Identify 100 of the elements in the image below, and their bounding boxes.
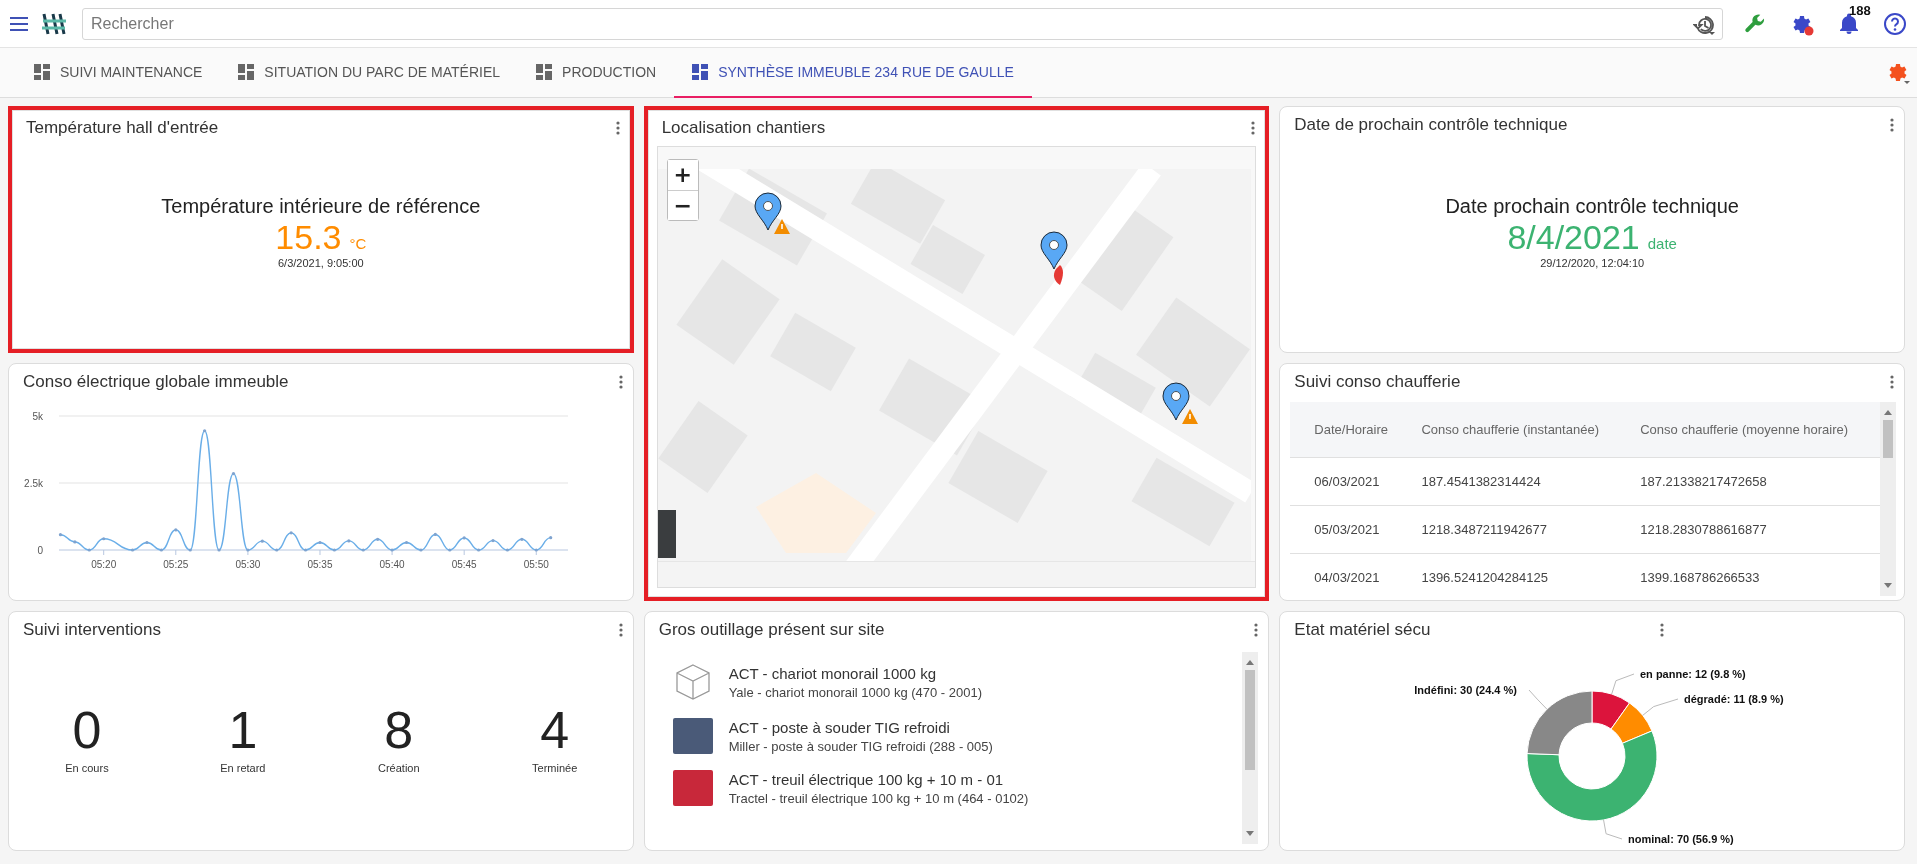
data-point bbox=[231, 472, 236, 476]
card-title: Localisation chantiers bbox=[661, 118, 826, 138]
table-cell: 1218.3487211942677 bbox=[1409, 505, 1629, 554]
location-pin-icon[interactable] bbox=[1053, 265, 1063, 285]
leader-line bbox=[1642, 698, 1679, 716]
column-header: Date/Horaire bbox=[1290, 402, 1410, 458]
data-point bbox=[159, 548, 163, 552]
data-point bbox=[188, 548, 192, 552]
scrollbar[interactable] bbox=[1880, 402, 1896, 596]
dashboard-tab[interactable]: PRODUCTION bbox=[518, 48, 675, 98]
help-icon[interactable] bbox=[1883, 11, 1907, 36]
card-title: Etat matériel sécu bbox=[1294, 620, 1431, 640]
tool-list-item[interactable]: ACT - treuil électrique 100 kg + 10 m - 01 Tractel - treuil électrique 100 kg + 10 m (464 - 0102) bbox=[672, 770, 1243, 806]
axis-tick-label: 05:50 bbox=[523, 559, 549, 570]
warning-pin-icon[interactable] bbox=[754, 192, 790, 234]
kpi-heading: Température intérieure de référence bbox=[161, 194, 481, 218]
slice-label: Indéfini: 30 (24.4 %) bbox=[1414, 684, 1518, 696]
data-point bbox=[477, 548, 481, 552]
table-cell: 05/03/2021 bbox=[1290, 505, 1410, 554]
scrollbar-thumb[interactable] bbox=[1883, 420, 1893, 458]
scroll-down-arrow-icon[interactable] bbox=[1245, 830, 1256, 838]
dashboard-icon bbox=[692, 64, 709, 80]
more-options-icon[interactable] bbox=[618, 375, 623, 389]
more-options-icon[interactable] bbox=[1660, 623, 1665, 637]
data-point bbox=[361, 548, 365, 552]
data-point bbox=[217, 548, 221, 552]
counter-value: 4 bbox=[540, 704, 570, 756]
more-options-icon[interactable] bbox=[1890, 118, 1894, 132]
card-title: Température hall d'entrée bbox=[26, 118, 219, 138]
tool-list-item[interactable]: ACT - chariot monorail 1000 kg Yale - chariot monorail 1000 kg (470 - 2001) bbox=[672, 662, 1243, 702]
axis-tick-label: 05:25 bbox=[163, 559, 189, 570]
zoom-out-button[interactable]: − bbox=[667, 190, 698, 220]
search-field[interactable]: Rechercher bbox=[82, 7, 1723, 40]
donut-slice[interactable] bbox=[1610, 702, 1653, 744]
counter-label: Terminée bbox=[532, 762, 578, 774]
data-point bbox=[520, 537, 524, 541]
scroll-up-arrow-icon[interactable] bbox=[1245, 658, 1256, 666]
tool-details: Miller - poste à souder TIG refroidi (288 - 005) bbox=[728, 738, 993, 754]
table-cell: 04/03/2021 bbox=[1290, 553, 1410, 596]
data-point bbox=[289, 531, 293, 535]
data-point bbox=[404, 540, 409, 545]
axis-tick-label: 05:30 bbox=[235, 559, 261, 570]
dashboard-tab[interactable]: SUIVI MAINTENANCE bbox=[16, 48, 221, 98]
data-point bbox=[145, 540, 149, 545]
kpi-unit: date bbox=[1647, 234, 1677, 252]
data-point bbox=[433, 532, 437, 537]
more-options-icon[interactable] bbox=[615, 121, 620, 135]
axis-tick-label: 2.5k bbox=[24, 478, 43, 489]
card-title: Conso électrique globale immeuble bbox=[23, 372, 289, 392]
scroll-up-arrow-icon[interactable] bbox=[1883, 408, 1893, 416]
slice-label: en panne: 12 (9.8 %) bbox=[1640, 668, 1746, 680]
donut-slice[interactable] bbox=[1591, 690, 1631, 730]
axis-tick-label: 5k bbox=[32, 411, 43, 422]
table-cell: 1396.5241204284125 bbox=[1409, 553, 1629, 596]
more-options-icon[interactable] bbox=[1890, 375, 1894, 389]
data-point bbox=[174, 528, 178, 532]
donut-slice[interactable] bbox=[1526, 730, 1658, 822]
counter-label: Création bbox=[378, 762, 420, 774]
data-point bbox=[318, 540, 322, 545]
more-options-icon[interactable] bbox=[1251, 121, 1256, 135]
tool-name: ACT - poste à souder TIG refroidi bbox=[728, 718, 951, 736]
column-header: Conso chaufferie (moyenne horaire) bbox=[1628, 402, 1880, 458]
axis-tick-label: 05:45 bbox=[451, 559, 477, 570]
scrollbar-thumb[interactable] bbox=[1245, 670, 1256, 770]
card-title: Suivi conso chaufferie bbox=[1294, 372, 1461, 392]
scrollbar[interactable] bbox=[1242, 652, 1259, 844]
donut-slice[interactable] bbox=[1526, 690, 1593, 756]
data-point bbox=[203, 429, 207, 433]
counter-value: 0 bbox=[72, 704, 102, 756]
data-point bbox=[58, 533, 63, 537]
dashboard-tab[interactable]: SYNTHÈSE IMMEUBLE 234 RUE DE GAULLE bbox=[674, 48, 1032, 98]
more-options-icon[interactable] bbox=[618, 623, 623, 637]
counter-value: 1 bbox=[228, 704, 258, 756]
leader-line bbox=[1611, 673, 1635, 695]
data-point bbox=[347, 539, 351, 543]
leader-line bbox=[1603, 819, 1623, 840]
table-cell: 06/03/2021 bbox=[1290, 457, 1410, 506]
tool-name: ACT - treuil électrique 100 kg + 10 m - 01 bbox=[728, 770, 1005, 788]
table-cell: 187.4541382314424 bbox=[1409, 457, 1629, 506]
data-point bbox=[376, 537, 380, 541]
dashboard-tab[interactable]: SITUATION DU PARC DE MATÉRIEL bbox=[220, 48, 519, 98]
counter-label: En cours bbox=[65, 762, 109, 774]
data-point bbox=[87, 548, 91, 552]
more-options-icon[interactable] bbox=[1254, 623, 1259, 637]
photo-placeholder bbox=[672, 770, 713, 806]
data-point bbox=[332, 548, 336, 552]
card-title: Gros outillage présent sur site bbox=[658, 620, 885, 640]
counter-value: 8 bbox=[384, 704, 414, 756]
tool-details: Tractel - treuil électrique 100 kg + 10 m (464 - 0102) bbox=[728, 790, 1029, 806]
data-point bbox=[275, 548, 279, 552]
dashboard-icon bbox=[238, 64, 255, 80]
tool-details: Yale - chariot monorail 1000 kg (470 - 2001) bbox=[728, 684, 983, 700]
tool-list-item[interactable]: ACT - poste à souder TIG refroidi Miller - poste à souder TIG refroidi (288 - 005) bbox=[672, 718, 1243, 754]
scroll-down-arrow-icon[interactable] bbox=[1883, 582, 1893, 590]
data-point bbox=[260, 539, 264, 543]
data-point bbox=[448, 548, 452, 552]
photo-placeholder bbox=[672, 718, 713, 754]
location-pin-icon[interactable] bbox=[1040, 231, 1068, 270]
warning-pin-icon[interactable] bbox=[1162, 382, 1198, 424]
data-point bbox=[390, 548, 394, 552]
